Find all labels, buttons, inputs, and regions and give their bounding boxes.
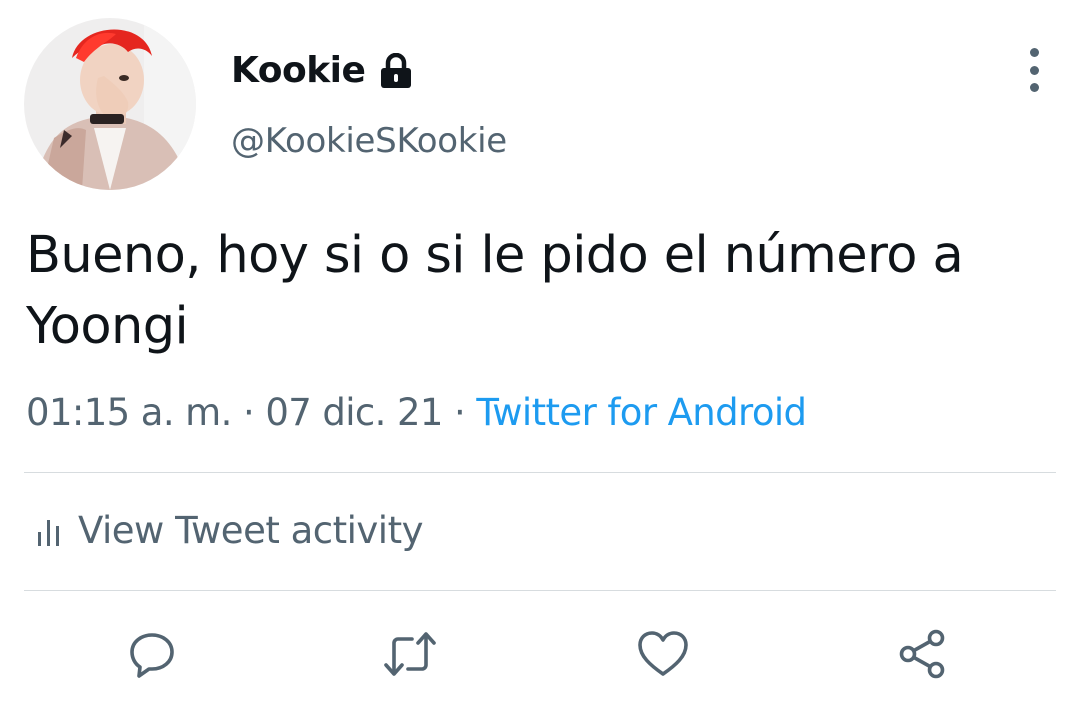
avatar-image: [24, 18, 196, 190]
view-tweet-activity-label: View Tweet activity: [78, 509, 423, 552]
reply-button[interactable]: [122, 624, 182, 684]
tweet-actions-bar: [0, 624, 1080, 684]
lock-icon: [381, 53, 412, 88]
tweet-date[interactable]: 07 dic. 21: [265, 391, 443, 434]
more-dot-icon: [1029, 83, 1039, 92]
like-button[interactable]: [633, 624, 693, 684]
tweet-meta: 01:15 a. m. · 07 dic. 21 · Twitter for A…: [26, 388, 807, 438]
retweet-button[interactable]: [380, 624, 440, 684]
reply-icon: [130, 633, 174, 678]
tweet-detail: Kookie @KookieSKookie Bueno, hoy si o si…: [0, 0, 1080, 727]
avatar[interactable]: [24, 18, 196, 190]
more-dot-icon: [1029, 65, 1039, 75]
heart-icon: [638, 631, 688, 676]
share-button[interactable]: [892, 624, 952, 684]
more-options-button[interactable]: [1016, 48, 1052, 92]
tweet-time[interactable]: 01:15 a. m.: [26, 391, 232, 434]
display-name-row[interactable]: Kookie: [231, 46, 413, 96]
more-dot-icon: [1029, 48, 1039, 57]
display-name[interactable]: Kookie: [231, 46, 366, 96]
divider: [24, 472, 1056, 473]
user-handle[interactable]: @KookieSKookie: [231, 117, 507, 165]
divider: [24, 590, 1056, 591]
tweet-text: Bueno, hoy si o si le pido el número a Y…: [26, 226, 964, 356]
retweet-icon: [384, 632, 436, 676]
tweet-source-link[interactable]: Twitter for Android: [476, 391, 807, 434]
bar-chart-icon: [38, 520, 59, 546]
view-tweet-activity-button[interactable]: View Tweet activity: [36, 505, 423, 557]
meta-separator: ·: [242, 391, 255, 434]
meta-separator: ·: [454, 391, 466, 434]
share-icon: [899, 629, 945, 679]
